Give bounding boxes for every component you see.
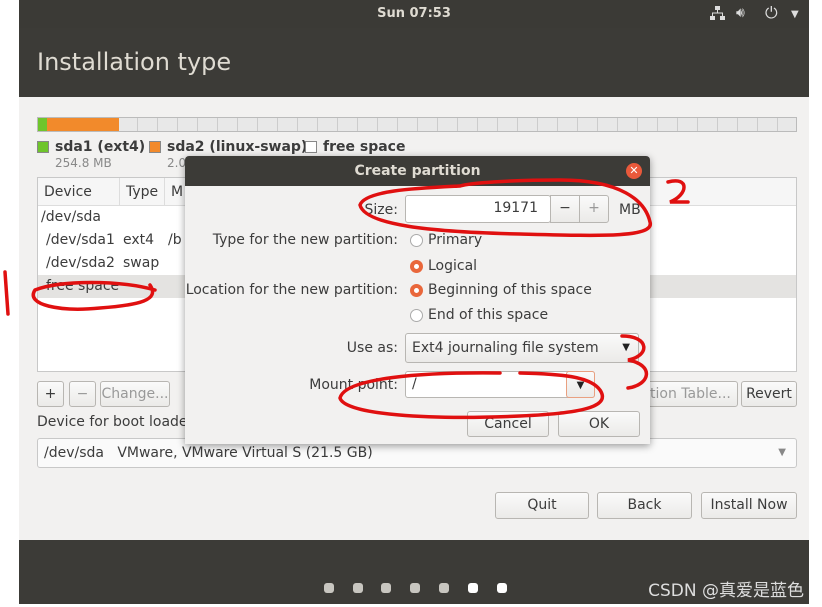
dialog-title: Create partition [185,156,650,186]
swatch-green [37,141,49,153]
size-unit: MB [619,202,641,218]
legend-label: sda2 (linux-swap) [167,139,308,155]
radio-circle [410,308,423,322]
legend-free: free space [305,139,405,155]
legend-sda2: sda2 (linux-swap) [149,139,307,155]
progress-dot [439,583,449,593]
revert-button[interactable]: Revert [741,381,797,407]
progress-dot-active [468,583,478,593]
size-decrement-button[interactable]: − [550,195,580,223]
create-partition-dialog: Create partition ✕ Size: 19171 − + MB Ty… [185,156,650,444]
sda1-segment [38,118,47,131]
cell-type: ext4 [123,232,155,248]
cell-device: free space [46,278,120,294]
cancel-button[interactable]: Cancel [467,411,549,437]
type-label: Type for the new partition: [212,232,398,248]
radio-end[interactable]: End of this space [410,307,548,323]
back-button[interactable]: Back [597,492,692,519]
size-input[interactable]: 19171 [405,195,551,223]
add-partition-button[interactable]: + [37,381,64,407]
cell-device: /dev/sda2 [46,255,115,271]
progress-dot [410,583,420,593]
watermark: CSDN @真爱是蓝色 [648,581,804,601]
progress-dot [324,583,334,593]
footer: CSDN @真爱是蓝色 [19,540,809,604]
use-as-value: Ext4 journaling file system [412,340,599,356]
window-header: Installation type [19,28,809,97]
size-increment-button[interactable]: + [579,195,609,223]
radio-circle [410,233,423,247]
quit-button[interactable]: Quit [495,492,589,519]
chevron-down-icon: ▼ [622,342,630,353]
remove-partition-button[interactable]: − [69,381,96,407]
close-icon[interactable]: ✕ [626,163,642,179]
column-device[interactable]: Device [38,178,120,206]
mount-point-label: Mount point: [309,377,398,393]
cell-mount: /b [168,232,182,248]
radio-logical[interactable]: Logical [410,258,477,274]
column-type[interactable]: Type [120,178,165,206]
cell-device: /dev/sda1 [46,232,115,248]
legend-size: 2.0 [167,156,187,170]
legend-label: free space [323,139,406,155]
radio-circle [410,283,423,297]
legend-label: sda1 (ext4) [55,139,146,155]
volume-icon[interactable]: 🔊︎ [736,5,745,21]
page-title: Installation type [37,48,232,76]
radio-primary[interactable]: Primary [410,232,482,248]
partition-bar [37,117,797,132]
mount-point-value: / [412,376,417,392]
ok-button[interactable]: OK [558,411,640,437]
location-label: Location for the new partition: [185,282,398,298]
progress-dot [381,583,391,593]
radio-label: Logical [428,258,478,274]
use-as-label: Use as: [346,340,398,356]
new-partition-table-button[interactable]: ition Table... [639,381,738,407]
clock[interactable]: Sun 07:53 [19,6,809,21]
top-bar: Sun 07:53 🔊︎ ⏻ ▼ [19,0,809,28]
radio-beginning[interactable]: Beginning of this space [410,282,592,298]
radio-label: Beginning of this space [428,282,592,298]
boot-loader-label: Device for boot loader [37,414,194,430]
annotation-1 [3,270,10,316]
swatch-white [305,141,317,153]
cell-device: /dev/sda [41,209,101,225]
chevron-down-icon[interactable]: ▼ [791,9,799,20]
mount-point-dropdown[interactable]: ▼ [566,371,595,398]
radio-circle [410,259,423,273]
use-as-select[interactable]: Ext4 journaling file system ▼ [405,333,639,363]
network-icon[interactable] [709,5,725,25]
power-icon[interactable]: ⏻ [765,3,778,23]
legend-size: 254.8 MB [55,156,112,170]
sda2-segment [47,118,119,131]
radio-label: End of this space [428,307,549,323]
cell-type: swap [123,255,160,271]
swatch-orange [149,141,161,153]
change-partition-button[interactable]: Change... [100,381,170,407]
progress-dot-active [497,583,507,593]
progress-dot [353,583,363,593]
radio-label: Primary [428,232,483,248]
install-now-button[interactable]: Install Now [701,492,797,519]
boot-loader-value: /dev/sda VMware, VMware Virtual S (21.5 … [44,445,373,461]
chevron-down-icon: ▼ [576,380,585,391]
legend-sda1: sda1 (ext4) [37,139,145,155]
size-label: Size: [364,202,398,218]
chevron-down-icon: ▼ [778,447,786,458]
